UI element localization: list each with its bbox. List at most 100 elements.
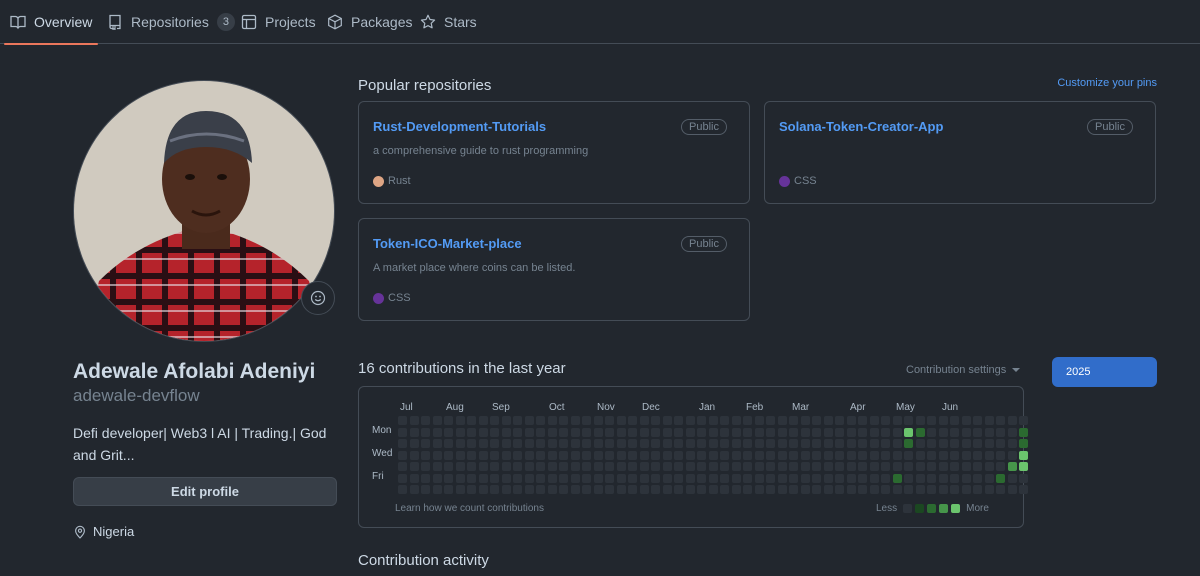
contribution-day-cell[interactable]: [777, 439, 787, 448]
contribution-day-cell[interactable]: [490, 462, 499, 471]
contribution-day-cell[interactable]: [536, 485, 545, 494]
contribution-day-cell[interactable]: [1007, 439, 1017, 448]
contribution-day-cell[interactable]: [639, 473, 649, 483]
contribution-day-cell[interactable]: [823, 439, 833, 448]
contribution-day-cell[interactable]: [662, 416, 672, 425]
contribution-day-cell[interactable]: [478, 450, 488, 460]
contribution-day-cell[interactable]: [616, 416, 626, 425]
contribution-day-cell[interactable]: [398, 462, 407, 471]
contribution-day-cell[interactable]: [996, 427, 1005, 437]
contribution-day-cell[interactable]: [432, 450, 442, 460]
contribution-day-cell[interactable]: [1019, 462, 1028, 471]
contribution-day-cell[interactable]: [432, 462, 442, 471]
contribution-day-cell[interactable]: [570, 462, 580, 471]
contribution-day-cell[interactable]: [662, 462, 672, 471]
contribution-day-cell[interactable]: [547, 427, 557, 437]
contribution-day-cell[interactable]: [513, 485, 522, 494]
contribution-day-cell[interactable]: [524, 473, 534, 483]
contribution-day-cell[interactable]: [892, 416, 902, 425]
learn-contributions-link[interactable]: Learn how we count contributions: [395, 503, 544, 514]
contribution-day-cell[interactable]: [628, 439, 637, 448]
edit-profile-button[interactable]: Edit profile: [73, 477, 337, 506]
contribution-day-cell[interactable]: [582, 462, 591, 471]
contribution-day-cell[interactable]: [467, 473, 476, 483]
contribution-day-cell[interactable]: [570, 450, 580, 460]
contribution-day-cell[interactable]: [674, 485, 683, 494]
contribution-day-cell[interactable]: [708, 473, 718, 483]
contribution-day-cell[interactable]: [915, 427, 925, 437]
contribution-day-cell[interactable]: [639, 450, 649, 460]
contribution-day-cell[interactable]: [961, 485, 971, 494]
contribution-day-cell[interactable]: [524, 416, 534, 425]
contribution-day-cell[interactable]: [973, 485, 982, 494]
contribution-day-cell[interactable]: [467, 427, 476, 437]
contribution-day-cell[interactable]: [501, 450, 511, 460]
contribution-day-cell[interactable]: [674, 427, 683, 437]
contribution-day-cell[interactable]: [582, 416, 591, 425]
contribution-day-cell[interactable]: [858, 473, 867, 483]
contribution-day-cell[interactable]: [409, 462, 419, 471]
contribution-day-cell[interactable]: [720, 485, 729, 494]
contribution-day-cell[interactable]: [766, 462, 775, 471]
contribution-day-cell[interactable]: [593, 439, 603, 448]
contribution-day-cell[interactable]: [628, 450, 637, 460]
contribution-day-cell[interactable]: [904, 473, 913, 483]
contribution-day-cell[interactable]: [858, 485, 867, 494]
contribution-day-cell[interactable]: [800, 450, 810, 460]
contribution-day-cell[interactable]: [628, 427, 637, 437]
contribution-day-cell[interactable]: [984, 462, 994, 471]
contribution-day-cell[interactable]: [800, 473, 810, 483]
contribution-day-cell[interactable]: [754, 450, 764, 460]
contribution-day-cell[interactable]: [421, 416, 430, 425]
contribution-day-cell[interactable]: [800, 416, 810, 425]
contribution-day-cell[interactable]: [938, 485, 948, 494]
contribution-day-cell[interactable]: [490, 450, 499, 460]
contribution-day-cell[interactable]: [421, 485, 430, 494]
contribution-day-cell[interactable]: [961, 427, 971, 437]
contribution-day-cell[interactable]: [938, 439, 948, 448]
contribution-day-cell[interactable]: [777, 485, 787, 494]
contribution-day-cell[interactable]: [938, 427, 948, 437]
contribution-day-cell[interactable]: [536, 416, 545, 425]
contribution-day-cell[interactable]: [846, 462, 856, 471]
contribution-day-cell[interactable]: [697, 416, 706, 425]
contribution-day-cell[interactable]: [996, 473, 1005, 483]
contribution-day-cell[interactable]: [628, 416, 637, 425]
contribution-day-cell[interactable]: [984, 450, 994, 460]
tab-packages[interactable]: Packages: [327, 0, 412, 44]
contribution-day-cell[interactable]: [685, 427, 695, 437]
contribution-day-cell[interactable]: [812, 439, 821, 448]
contribution-day-cell[interactable]: [892, 450, 902, 460]
contribution-day-cell[interactable]: [639, 462, 649, 471]
contribution-day-cell[interactable]: [1019, 427, 1028, 437]
contribution-day-cell[interactable]: [547, 416, 557, 425]
contribution-day-cell[interactable]: [800, 485, 810, 494]
contribution-day-cell[interactable]: [938, 450, 948, 460]
contribution-day-cell[interactable]: [766, 427, 775, 437]
contribution-day-cell[interactable]: [593, 427, 603, 437]
contribution-day-cell[interactable]: [444, 416, 453, 425]
contribution-day-cell[interactable]: [662, 485, 672, 494]
contribution-day-cell[interactable]: [432, 473, 442, 483]
contribution-day-cell[interactable]: [789, 439, 798, 448]
contribution-day-cell[interactable]: [1007, 416, 1017, 425]
contribution-day-cell[interactable]: [662, 427, 672, 437]
contribution-day-cell[interactable]: [869, 416, 879, 425]
contribution-day-cell[interactable]: [559, 485, 568, 494]
contribution-day-cell[interactable]: [674, 473, 683, 483]
contribution-day-cell[interactable]: [478, 485, 488, 494]
contribution-day-cell[interactable]: [777, 427, 787, 437]
contribution-day-cell[interactable]: [869, 485, 879, 494]
contribution-day-cell[interactable]: [823, 462, 833, 471]
contribution-day-cell[interactable]: [835, 439, 844, 448]
contribution-day-cell[interactable]: [961, 450, 971, 460]
contribution-day-cell[interactable]: [846, 473, 856, 483]
contribution-day-cell[interactable]: [835, 427, 844, 437]
contribution-day-cell[interactable]: [628, 473, 637, 483]
contribution-day-cell[interactable]: [927, 416, 936, 425]
contribution-day-cell[interactable]: [720, 416, 729, 425]
contribution-day-cell[interactable]: [812, 462, 821, 471]
contribution-day-cell[interactable]: [789, 427, 798, 437]
contribution-day-cell[interactable]: [559, 473, 568, 483]
contribution-day-cell[interactable]: [662, 473, 672, 483]
